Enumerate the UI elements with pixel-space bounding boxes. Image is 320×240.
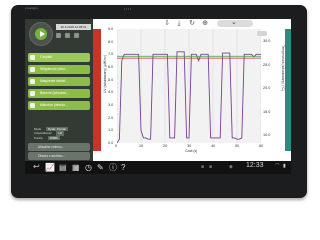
- pen-icon[interactable]: ✎: [97, 163, 104, 172]
- export-icon[interactable]: ⤓: [175, 20, 183, 28]
- refresh-icon[interactable]: ↻: [188, 20, 196, 28]
- tablet-top-indicators: ▪ ▪ ▪ ▪: [124, 7, 132, 11]
- y-right-tick-label: 25.0: [263, 62, 271, 67]
- x-tick-label: 60: [259, 144, 264, 148]
- status-clock: 12:33: [246, 162, 264, 169]
- left-panel: 20.6.2018 12:08:01 Czujniki Wilgotność (…: [25, 19, 93, 161]
- info-icon[interactable]: ⓘ: [109, 163, 117, 172]
- bottom-action-bar: ↩ 📈 ▤ ▦ ◷ ✎ ⓘ ? ■ ■ ◆ 12:33 ⌔ ▮: [25, 161, 291, 174]
- chart-toolbar: ⇩ ⤓ ↻ ⊕ ⌄: [93, 19, 291, 29]
- current-values-button[interactable]: Aktualne zmienn...: [28, 143, 90, 151]
- status-dot-icon: ■: [209, 164, 213, 170]
- y-axis-left-label: UV (wbudowany) (µW/m²): [103, 55, 107, 93]
- table-icon[interactable]: ▤: [59, 163, 67, 172]
- right-axis-strip: [285, 29, 291, 151]
- sensor-label: Mikrofon (wbudo...: [40, 103, 68, 107]
- settings-icon[interactable]: [65, 33, 70, 38]
- open-archive-label: Otwórz z archiwu...: [38, 154, 66, 158]
- sensor-microphone[interactable]: Mikrofon (wbudo...: [28, 101, 90, 110]
- checkbox-icon: [30, 103, 35, 108]
- y-left-tick-label: 0.0: [108, 141, 114, 145]
- y-left-tick-label: 4.0: [108, 90, 114, 95]
- download-icon[interactable]: ⇩: [163, 20, 171, 28]
- x-tick-label: 30: [187, 144, 192, 148]
- sensor-header[interactable]: Czujniki: [28, 53, 90, 62]
- y-right-tick-label: 10.0: [263, 133, 271, 137]
- y-left-tick-label: 3.0: [108, 103, 114, 107]
- play-button[interactable]: [35, 28, 47, 40]
- x-tick-label: 40: [211, 144, 216, 148]
- battery-icon: ▮: [283, 163, 286, 169]
- sensor-label: Czujniki: [40, 55, 52, 59]
- y-left-tick-label: 8.0: [108, 39, 114, 44]
- datetime-display: 20.6.2018 12:08:01: [56, 24, 91, 30]
- sensor-properties: Mode Dyskr. Pomiar Częstotliwość Hz Punk…: [28, 127, 90, 140]
- y-left-tick-label: 6.0: [108, 65, 114, 69]
- chart-icon[interactable]: 📈: [45, 163, 55, 172]
- tablet-screen: 20.6.2018 12:08:01 Czujniki Wilgotność (…: [25, 19, 291, 174]
- wifi-icon: ⌔: [274, 163, 281, 170]
- prop-points-label: Punkty: [34, 135, 43, 140]
- chevron-down-icon[interactable]: ⌄: [231, 19, 237, 26]
- x-tick-label: 10: [139, 144, 144, 148]
- checkbox-icon: [30, 67, 35, 72]
- help-icon[interactable]: ?: [121, 163, 125, 172]
- x-tick-label: 20: [163, 144, 168, 148]
- y-left-tick-label: 1.0: [108, 128, 114, 133]
- y-left-tick-label: 2.0: [108, 115, 114, 120]
- prop-points: Punkty 10000: [28, 135, 90, 140]
- y-right-tick-label: 30.0: [263, 39, 271, 43]
- calendar-icon[interactable]: ▦: [72, 163, 80, 172]
- back-icon[interactable]: ↩: [33, 162, 40, 171]
- y-left-tick-label: 5.0: [108, 77, 114, 82]
- tablet-brand: prestigio: [25, 6, 39, 10]
- checkbox-icon: [30, 79, 35, 84]
- sensor-label: Wilgotność (wbu...: [40, 67, 68, 71]
- checkbox-icon: [30, 91, 35, 96]
- x-axis-label: Czas (s): [185, 149, 198, 153]
- open-archive-button[interactable]: Otwórz z archiwu...: [28, 152, 90, 160]
- sensor-color[interactable]: Barwne (wbudow...: [28, 89, 90, 98]
- sensor-humidity[interactable]: Wilgotność (wbu...: [28, 65, 90, 74]
- y-right-tick-label: 20.0: [263, 86, 271, 90]
- y-right-tick-label: 15.0: [263, 109, 271, 114]
- panel-icons: [56, 33, 79, 38]
- notification-icon: ◆: [229, 164, 233, 170]
- grid-icon[interactable]: [56, 33, 61, 38]
- chart-area: ⇩ ⤓ ↻ ⊕ ⌄ UV (wbudowany) (µW/m²) Tempera…: [93, 19, 291, 161]
- checkbox-icon: [30, 55, 35, 60]
- sensor-label: Barwne (wbudow...: [40, 91, 69, 95]
- sensor-list: Czujniki Wilgotność (wbu... Natężenie św…: [28, 53, 90, 113]
- chart-scroll-handle[interactable]: [257, 31, 267, 36]
- current-values-label: Aktualne zmienn...: [38, 145, 65, 149]
- info-icon[interactable]: [74, 33, 79, 38]
- status-dot-icon: ■: [201, 164, 205, 170]
- y-left-tick-label: 7.0: [108, 52, 114, 57]
- stopwatch-icon[interactable]: ◷: [85, 163, 92, 172]
- chart-svg: [116, 29, 262, 144]
- left-axis-strip: [93, 29, 101, 151]
- x-tick-label: 0: [115, 144, 118, 148]
- y-axis-right-label: Temperatura (wbudowany) (°C): [281, 45, 285, 91]
- plot-area[interactable]: [116, 29, 262, 144]
- x-tick-label: 50: [235, 144, 240, 148]
- prop-points-value[interactable]: 10000: [47, 135, 60, 140]
- sensor-light[interactable]: Natężenie światł...: [28, 77, 90, 86]
- zoom-icon[interactable]: ⊕: [201, 20, 209, 28]
- y-left-tick-label: 9.0: [108, 27, 114, 31]
- sensor-label: Natężenie światł...: [40, 79, 68, 83]
